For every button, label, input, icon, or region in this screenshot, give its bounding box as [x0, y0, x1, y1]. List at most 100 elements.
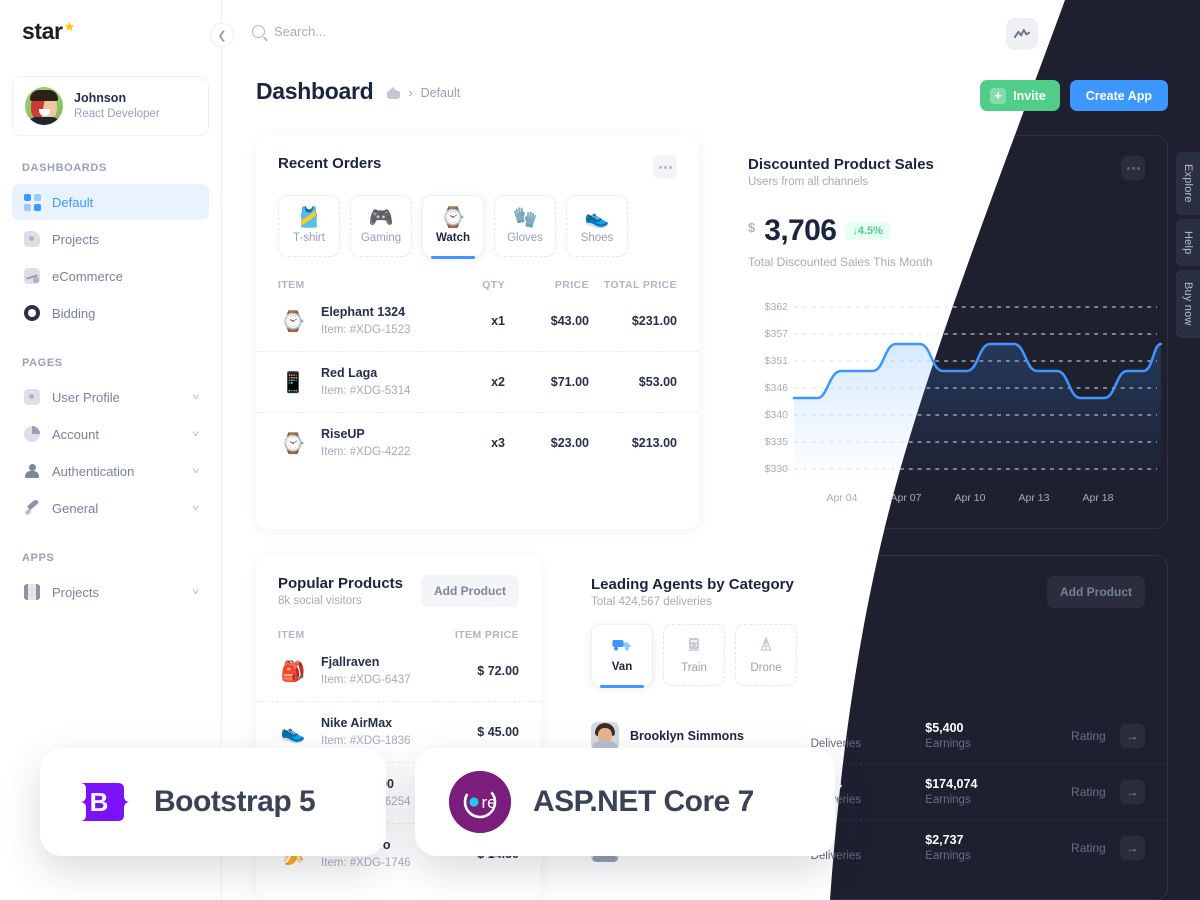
leading-agents-subtitle: Total 424,567 deliveries — [591, 596, 712, 608]
category-tile-watch[interactable]: ⌚ Watch — [422, 195, 484, 259]
projects-icon — [23, 230, 41, 248]
y-tick: $351 — [764, 355, 788, 367]
product-sku: Item: #XDG-6437 — [321, 673, 411, 686]
table-row[interactable]: 📱 Red Laga Item: #XDG-5314 x2 $71.00 $53… — [256, 351, 699, 412]
add-product-button[interactable]: Add Product — [421, 575, 519, 607]
ecommerce-icon — [23, 267, 41, 285]
tshirt-icon: 🎽 — [296, 207, 322, 229]
category-tile-drone[interactable]: Drone — [735, 624, 797, 686]
list-item[interactable]: 🎒 Fjallraven Item: #XDG-6437 $ 72.00 — [256, 641, 541, 701]
product-price: $ 72.00 — [477, 664, 519, 678]
category-label: Van — [611, 661, 633, 673]
product-price: $23.00 — [550, 436, 589, 450]
aspnet-core-badge[interactable]: re ASP.NET Core 7 — [415, 748, 835, 856]
bootstrap-badge[interactable]: B Bootstrap 5 — [40, 748, 386, 856]
category-label: Train — [681, 661, 707, 674]
product-thumbnail: ⌚ — [280, 432, 306, 455]
leading-agents-title: Leading Agents by Category — [591, 576, 794, 593]
rail-tab-explore[interactable]: Explore — [1176, 152, 1200, 215]
invite-button[interactable]: + Invite — [980, 80, 1060, 111]
sidebar-item-apps-projects[interactable]: Projects ˅ — [12, 574, 209, 610]
status-badge: ↓4.5% — [845, 222, 890, 240]
chevron-down-icon: ˅ — [191, 466, 200, 476]
more-dots-icon[interactable] — [1121, 156, 1145, 180]
search-box[interactable] — [252, 24, 494, 39]
discounted-product-sales-card: Discounted Product Sales Users from all … — [725, 135, 1168, 529]
agent-deliveries: 1,240 — [810, 721, 842, 735]
shoes-icon: 👟 — [584, 207, 610, 229]
column-total-price: TOTAL PRICE — [603, 279, 677, 291]
sidebar-item-general[interactable]: General ˅ — [12, 490, 209, 526]
category-tile-shoes[interactable]: 👟 Shoes — [566, 195, 628, 257]
notifications-icon[interactable] — [1054, 17, 1087, 50]
general-rocket-icon — [23, 499, 41, 517]
product-name: Elephant 1324 — [321, 305, 406, 320]
create-app-button[interactable]: Create App — [1069, 80, 1168, 111]
avatar — [25, 87, 63, 125]
column-item: ITEM — [278, 629, 305, 641]
rail-tab-help[interactable]: Help — [1176, 218, 1200, 267]
more-dots-icon[interactable] — [653, 155, 677, 179]
watch-icon: ⌚ — [440, 207, 466, 229]
sidebar-item-user-profile[interactable]: User Profile ˅ — [12, 379, 209, 415]
earnings-label: Earnings — [925, 850, 971, 862]
chart-plot-area — [792, 301, 1163, 476]
sidebar-item-authentication[interactable]: Authentication ˅ — [12, 453, 209, 489]
star-icon: ★ — [63, 19, 76, 34]
nav-section-dashboards-title: DASHBOARDS — [22, 162, 107, 174]
sidebar-item-bidding[interactable]: Bidding — [12, 295, 209, 331]
sidebar-collapse-button[interactable]: ❮ — [210, 23, 234, 47]
sidebar-item-default[interactable]: Default — [12, 184, 209, 220]
category-tile-tshirt[interactable]: 🎽 T-shirt — [278, 195, 340, 257]
table-row[interactable]: ⌚ RiseUP Item: #XDG-4222 x3 $23.00 $213.… — [256, 412, 699, 473]
sidebar-item-projects[interactable]: Projects — [12, 221, 209, 257]
breadcrumb: › Default — [387, 86, 460, 100]
home-icon[interactable] — [387, 87, 401, 99]
x-tick: Apr 18 — [1082, 492, 1114, 504]
sidebar-item-ecommerce[interactable]: eCommerce — [12, 258, 209, 294]
add-product-button[interactable]: Add Product — [1047, 576, 1145, 608]
product-price: $ 45.00 — [477, 725, 519, 739]
popular-products-subtitle: 8k social visitors — [278, 595, 362, 607]
dotnet-core-logo: re — [449, 771, 511, 833]
gaming-icon: 🎮 — [368, 207, 394, 229]
nav-section-apps-title: APPS — [22, 552, 55, 564]
product-sku: Item: #XDG-1836 — [321, 734, 411, 747]
svg-text:B: B — [90, 787, 109, 817]
product-sku: Item: #XDG-1523 — [321, 323, 411, 336]
currency-symbol: $ — [748, 220, 756, 235]
sidebar-user-card[interactable]: Johnson React Developer — [12, 76, 209, 136]
column-item-price: ITEM PRICE — [454, 629, 519, 641]
breadcrumb-current: Default — [420, 86, 461, 100]
earnings-label: Earnings — [925, 794, 971, 806]
sidebar-item-label: Projects — [52, 584, 99, 600]
search-input[interactable] — [274, 24, 494, 39]
arrow-right-icon[interactable]: → — [1119, 723, 1145, 748]
agent-earnings: $174,074 — [925, 777, 978, 791]
table-row[interactable]: ⌚ Elephant 1324 Item: #XDG-1523 x1 $43.0… — [256, 291, 699, 351]
product-total: $53.00 — [638, 375, 677, 389]
activity-icon[interactable] — [1006, 18, 1038, 50]
product-thumbnail: ⌚ — [280, 310, 306, 333]
user-avatar[interactable] — [1102, 18, 1134, 50]
chevron-down-icon: ˅ — [191, 429, 200, 439]
category-tile-gaming[interactable]: 🎮 Gaming — [350, 195, 412, 257]
chevron-down-icon: ˅ — [191, 392, 200, 402]
category-label: Gaming — [360, 232, 402, 244]
column-price: PRICE — [554, 279, 589, 291]
category-tile-train[interactable]: Train — [663, 624, 725, 686]
van-icon — [612, 637, 632, 657]
y-tick: $362 — [764, 301, 788, 313]
sidebar-item-account[interactable]: Account ˅ — [12, 416, 209, 452]
page-title: Dashboard — [256, 78, 374, 104]
category-tile-van[interactable]: Van — [591, 624, 653, 688]
brand-logo[interactable]: star ★ — [0, 0, 221, 56]
agent-rating: Rating — [1071, 728, 1106, 743]
chevron-down-icon: ˅ — [191, 587, 200, 597]
logout-icon[interactable] — [1150, 18, 1182, 50]
nav-section-pages-title: PAGES — [22, 357, 63, 369]
rail-tab-buy-now[interactable]: Buy now — [1176, 270, 1200, 338]
arrow-right-icon[interactable]: → — [1119, 779, 1145, 804]
category-tile-gloves[interactable]: 🧤 Gloves — [494, 195, 556, 257]
arrow-right-icon[interactable]: → — [1119, 835, 1145, 860]
